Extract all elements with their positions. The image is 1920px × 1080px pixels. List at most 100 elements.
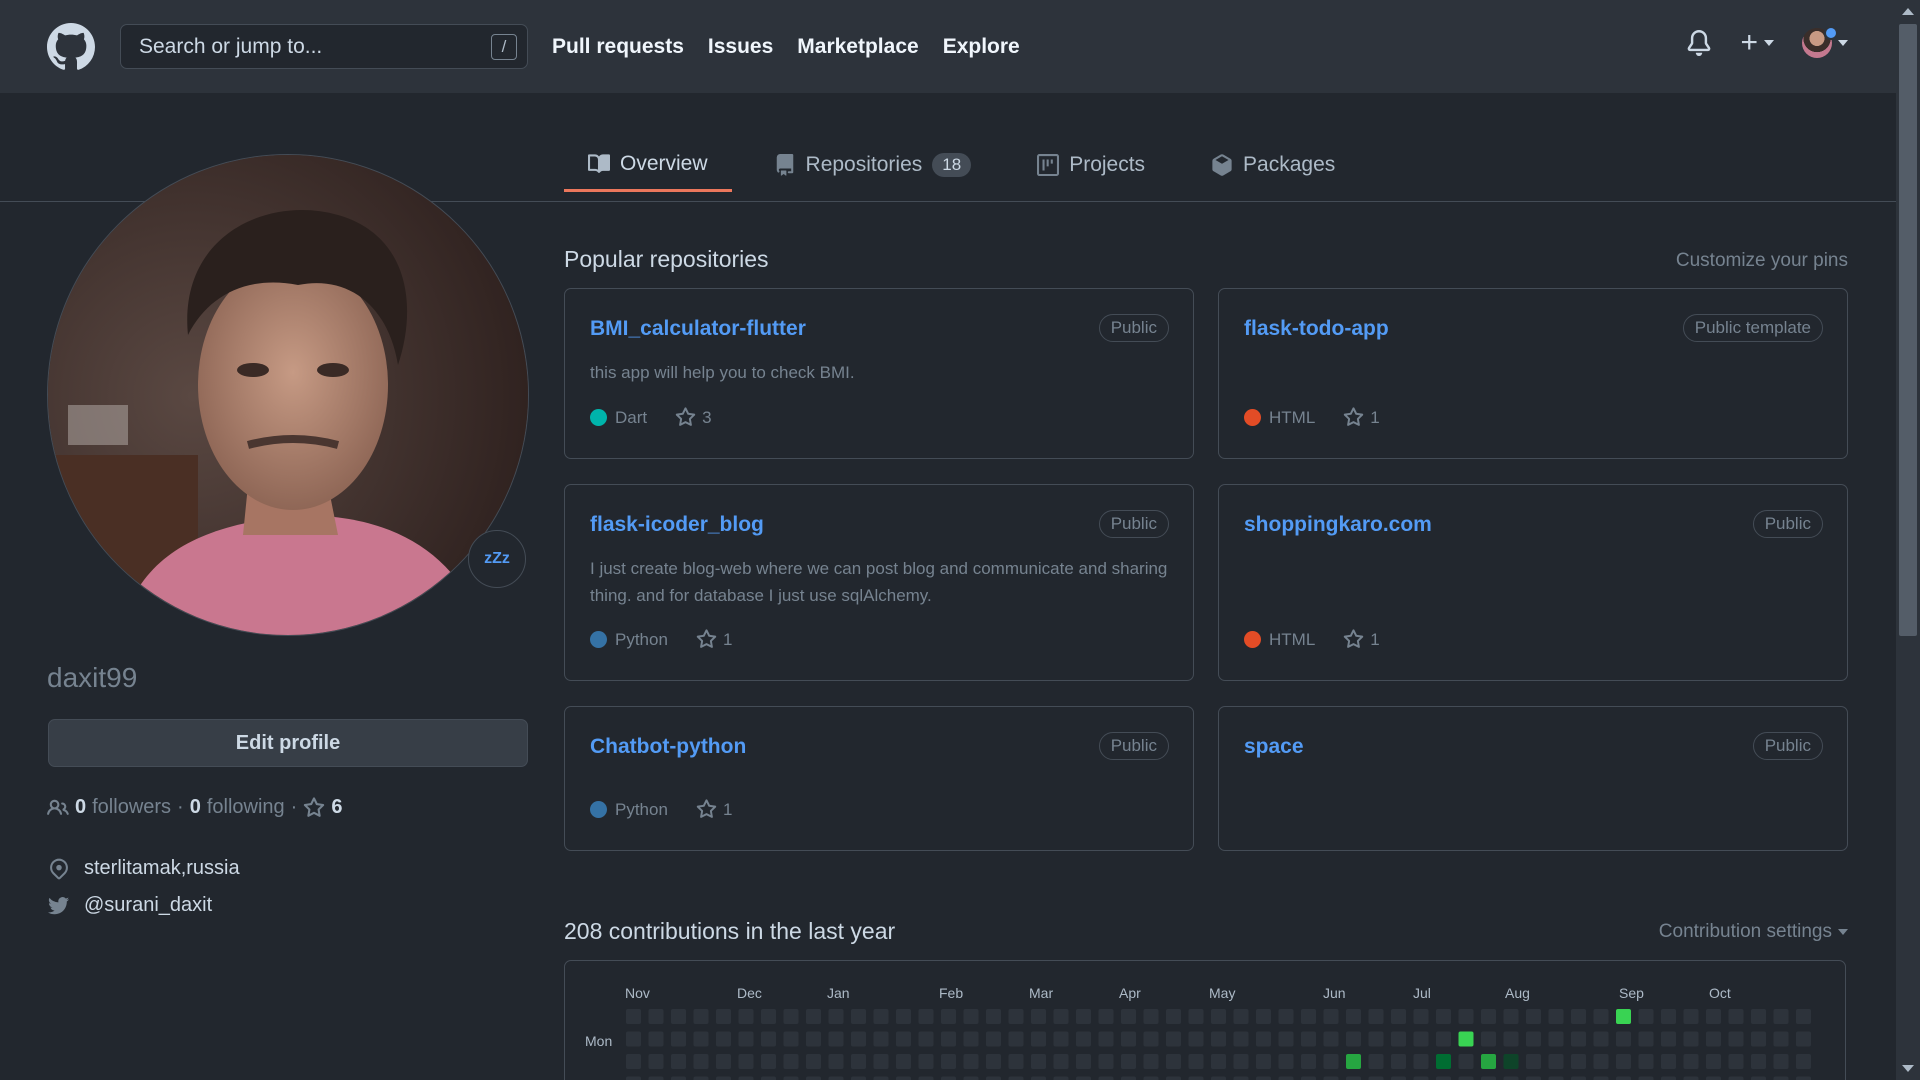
repo-name-link[interactable]: flask-todo-app (1244, 317, 1389, 341)
contribution-cell[interactable] (1346, 1009, 1361, 1024)
contribution-cell[interactable] (1773, 1009, 1789, 1024)
contribution-cell[interactable] (1481, 1009, 1496, 1024)
contribution-cell[interactable] (1683, 1031, 1699, 1047)
contribution-cell[interactable] (1683, 1054, 1699, 1069)
contribution-cell[interactable] (828, 1076, 844, 1080)
contribution-cell[interactable] (1593, 1031, 1609, 1047)
contribution-cell[interactable] (1526, 1054, 1541, 1069)
contribution-cell[interactable] (1616, 1076, 1631, 1080)
repo-name-link[interactable]: BMI_calculator-flutter (590, 317, 806, 341)
contribution-cell[interactable] (1346, 1031, 1361, 1047)
contribution-cell[interactable] (873, 1076, 889, 1080)
contribution-cell[interactable] (1031, 1054, 1046, 1069)
contribution-cell[interactable] (1143, 1009, 1159, 1024)
contribution-cell[interactable] (1571, 1009, 1586, 1024)
contribution-cell[interactable] (1796, 1076, 1811, 1080)
repo-name-link[interactable]: flask-icoder_blog (590, 513, 764, 537)
contribution-cell[interactable] (1391, 1076, 1406, 1080)
contribution-cell[interactable] (761, 1054, 776, 1069)
contribution-cell[interactable] (738, 1076, 754, 1080)
create-new-menu[interactable]: + (1740, 28, 1774, 58)
contribution-cell[interactable] (1256, 1054, 1271, 1069)
following-count[interactable]: 0 (190, 796, 201, 819)
contribution-cell[interactable] (1323, 1031, 1339, 1047)
contribution-cell[interactable] (1278, 1054, 1294, 1069)
contribution-cell[interactable] (693, 1054, 709, 1069)
contribution-cell[interactable] (963, 1009, 979, 1024)
contribution-cell[interactable] (1233, 1076, 1249, 1080)
user-menu[interactable] (1802, 26, 1848, 58)
nav-explore[interactable]: Explore (943, 35, 1020, 59)
contribution-cell[interactable] (963, 1031, 979, 1047)
contribution-cell[interactable] (1548, 1076, 1564, 1080)
contribution-cell[interactable] (1751, 1054, 1766, 1069)
following-label[interactable]: following (207, 796, 285, 819)
contribution-cell[interactable] (1751, 1076, 1766, 1080)
contribution-cell[interactable] (896, 1054, 911, 1069)
contribution-cell[interactable] (1481, 1031, 1496, 1047)
contribution-cell[interactable] (1233, 1009, 1249, 1024)
contribution-cell[interactable] (1706, 1076, 1721, 1080)
followers-count[interactable]: 0 (75, 796, 86, 819)
contribution-cell[interactable] (1368, 1009, 1384, 1024)
contribution-cell[interactable] (1256, 1009, 1271, 1024)
contribution-cell[interactable] (1031, 1031, 1046, 1047)
contribution-cell[interactable] (918, 1009, 934, 1024)
stars-count[interactable]: 6 (331, 796, 342, 819)
contribution-cell[interactable] (671, 1076, 686, 1080)
repo-name-link[interactable]: space (1244, 735, 1304, 759)
contribution-cell[interactable] (1481, 1076, 1496, 1080)
contribution-cell[interactable] (1616, 1009, 1631, 1024)
contribution-cell[interactable] (1301, 1076, 1316, 1080)
contribution-cell[interactable] (896, 1076, 911, 1080)
contribution-cell[interactable] (1728, 1076, 1744, 1080)
contribution-cell[interactable] (1166, 1031, 1181, 1047)
contribution-cell[interactable] (1503, 1054, 1519, 1069)
contribution-cell[interactable] (648, 1031, 664, 1047)
scroll-down-arrow-icon[interactable] (1902, 1065, 1914, 1072)
contribution-cell[interactable] (1278, 1076, 1294, 1080)
contribution-cell[interactable] (1188, 1076, 1204, 1080)
contribution-cell[interactable] (1706, 1009, 1721, 1024)
contribution-cell[interactable] (1616, 1054, 1631, 1069)
contribution-cell[interactable] (1121, 1076, 1136, 1080)
repo-stars-link[interactable]: 1 (1343, 407, 1380, 428)
contribution-cell[interactable] (828, 1054, 844, 1069)
contribution-cell[interactable] (716, 1031, 731, 1047)
contribution-cell[interactable] (783, 1031, 799, 1047)
contribution-cell[interactable] (986, 1054, 1001, 1069)
nav-pull-requests[interactable]: Pull requests (552, 35, 684, 59)
contribution-cell[interactable] (648, 1076, 664, 1080)
repo-name-link[interactable]: Chatbot-python (590, 735, 746, 759)
contribution-cell[interactable] (1436, 1009, 1451, 1024)
contribution-cell[interactable] (963, 1076, 979, 1080)
tab-repositories[interactable]: Repositories 18 (750, 138, 996, 192)
contribution-cell[interactable] (761, 1009, 776, 1024)
contribution-cell[interactable] (1098, 1031, 1114, 1047)
contribution-cell[interactable] (1503, 1076, 1519, 1080)
contribution-cell[interactable] (1751, 1031, 1766, 1047)
contribution-cell[interactable] (1413, 1031, 1429, 1047)
contribution-cell[interactable] (1188, 1009, 1204, 1024)
contribution-cell[interactable] (986, 1031, 1001, 1047)
contribution-cell[interactable] (1166, 1009, 1181, 1024)
contribution-cell[interactable] (806, 1009, 821, 1024)
contribution-cell[interactable] (851, 1076, 866, 1080)
contribution-cell[interactable] (1526, 1076, 1541, 1080)
contribution-cell[interactable] (671, 1009, 686, 1024)
contribution-cell[interactable] (1301, 1009, 1316, 1024)
contribution-cell[interactable] (873, 1009, 889, 1024)
contribution-cell[interactable] (1413, 1054, 1429, 1069)
bell-icon[interactable] (1686, 28, 1712, 58)
page-scrollbar[interactable] (1896, 0, 1920, 1080)
contribution-cell[interactable] (1121, 1009, 1136, 1024)
contribution-cell[interactable] (1391, 1009, 1406, 1024)
contribution-cell[interactable] (1368, 1031, 1384, 1047)
contribution-cell[interactable] (1076, 1076, 1091, 1080)
contribution-cell[interactable] (1121, 1031, 1136, 1047)
contribution-cell[interactable] (761, 1031, 776, 1047)
contribution-cell[interactable] (1278, 1009, 1294, 1024)
contribution-cell[interactable] (1031, 1009, 1046, 1024)
contribution-cell[interactable] (693, 1031, 709, 1047)
contribution-settings-dropdown[interactable]: Contribution settings (1659, 921, 1848, 943)
